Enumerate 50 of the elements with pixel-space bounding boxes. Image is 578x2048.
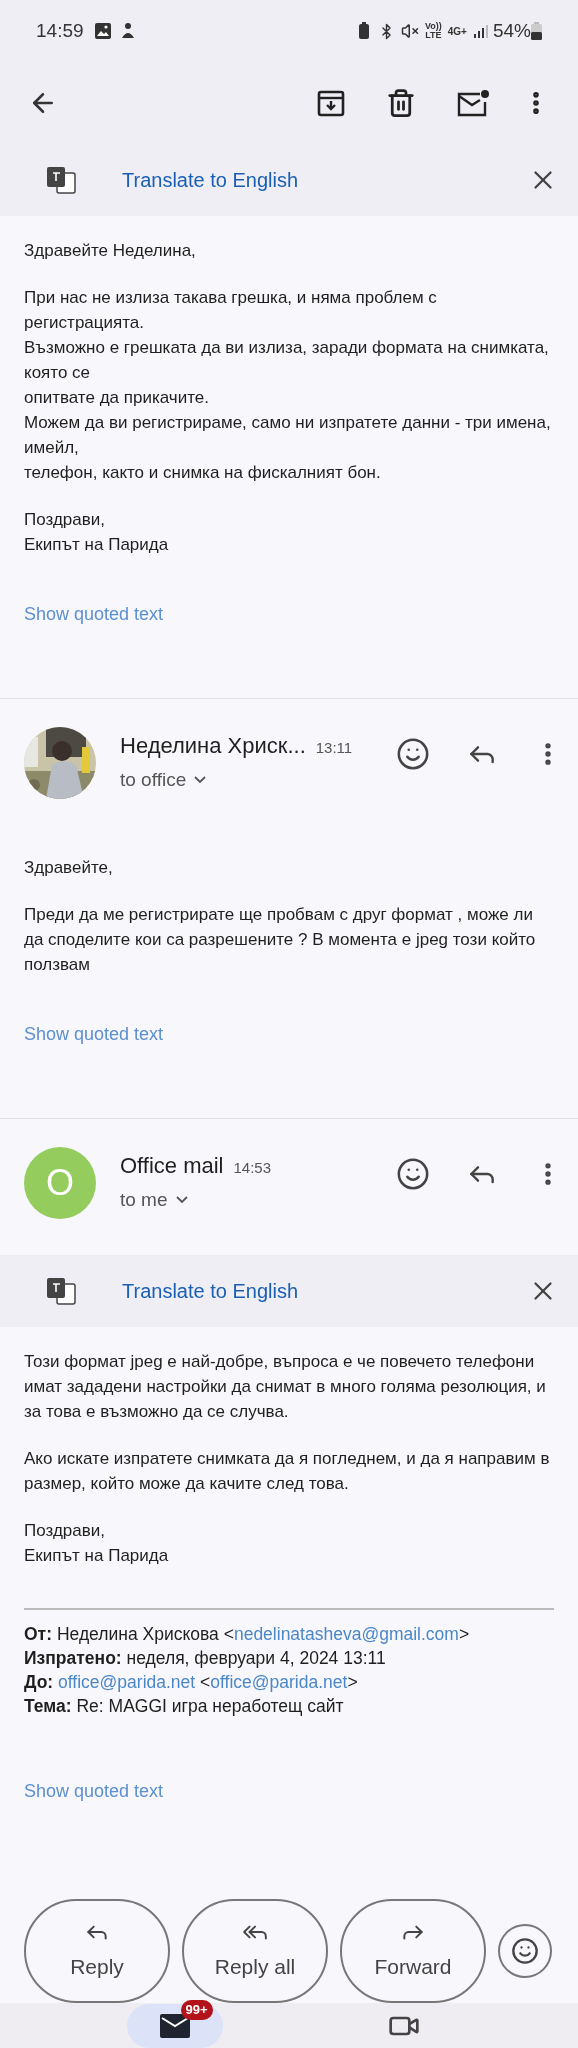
email-link[interactable]: office@parida.net — [210, 1672, 348, 1692]
gallery-icon — [93, 22, 112, 40]
quoted-header-line: Изпратено: неделя, февруари 4, 2024 13:11 — [24, 1647, 387, 1670]
chevron-down-icon — [175, 1196, 188, 1205]
smiley-icon — [511, 1937, 539, 1965]
mark-unread-icon[interactable] — [456, 88, 490, 118]
lte-indicator: LTE — [425, 31, 442, 40]
recipients-toggle[interactable]: to office — [120, 766, 353, 795]
archive-icon[interactable] — [316, 88, 346, 118]
message-text: Здравейте Неделина, — [24, 240, 197, 262]
email-link[interactable]: nedelinatasheva@gmail.com — [233, 1624, 459, 1644]
message-text: Здравейте, — [24, 857, 114, 879]
mute-icon — [400, 22, 419, 40]
email-link[interactable]: office@parida.net — [58, 1672, 196, 1692]
mail-icon — [159, 2013, 190, 2038]
emoji-reaction-icon[interactable] — [396, 1157, 430, 1191]
battery-saver-icon — [357, 22, 370, 40]
show-quoted-text-link[interactable]: Show quoted text — [24, 1024, 164, 1044]
emoji-reaction-button[interactable] — [498, 1924, 552, 1978]
delete-icon[interactable] — [386, 88, 416, 118]
avatar-initial: O — [46, 1161, 74, 1205]
mail-tab[interactable]: 99+ — [126, 2003, 223, 2048]
battery-percent: 54% — [492, 18, 531, 43]
quoted-header-line: Тема: Re: MAGGI игра неработещ сайт — [24, 1695, 345, 1718]
volte-indicator: Vo)) — [424, 22, 442, 31]
quoted-header-line: От: Неделина Хрискова <nedelinatasheva@gmail.com> — [24, 1623, 471, 1646]
network-indicator: 4G+ — [447, 24, 467, 39]
battery-icon — [531, 22, 542, 40]
unread-badge: 99+ — [180, 1999, 213, 2020]
message-text: Този формат jpeg е най-добре, въпроса е че повечето телефони имат зададени настройки да снимат в много голяма резолюция, и за това е възможно да се случва. — [24, 1351, 547, 1423]
message-text: Преди да ме регистрирате ще пробвам с друг формат , може ли да споделите кои са разрешените ? В момента е jpeg този който ползвам — [24, 904, 537, 976]
show-quoted-text-link[interactable]: Show quoted text — [24, 604, 164, 624]
message-text: Ако искате изпратете снимката да я погледнем, и да я направим в размер, който може да качите след това. — [24, 1448, 551, 1495]
show-quoted-text-link[interactable]: Show quoted text — [24, 1781, 164, 1801]
quoted-header-line: До: office@parida.net <office@parida.net> — [24, 1671, 359, 1694]
sender-name: Неделина Хриск... — [120, 732, 306, 760]
signal-icon — [472, 24, 489, 38]
status-time: 14:59 — [36, 18, 84, 43]
recipients-toggle[interactable]: to me — [120, 1186, 272, 1215]
message-time: 14:53 — [233, 1158, 272, 1178]
emoji-reaction-icon[interactable] — [396, 737, 430, 771]
message-time: 13:11 — [315, 738, 353, 758]
message-text: Поздрави, Екипът на Парида — [24, 1520, 170, 1567]
message-text: Поздрави, Екипът на Парида — [24, 509, 170, 556]
translate-link[interactable]: Translate to English — [122, 1276, 298, 1306]
sender-name: Office mail — [120, 1152, 224, 1180]
message-text: При нас не излиза такава грешка, и няма проблем с регистрацията. Възможно е грешката да ви излиза, заради формата на снимката, която се опитвате да прикачите. Можем да ви регистрираме, само ни изпратете данни - три имена, имейл, телефон, както и снимка на фискалният бон. — [24, 287, 552, 484]
translate-link[interactable]: Translate to English — [122, 165, 298, 195]
chevron-down-icon — [194, 776, 207, 785]
figure-icon — [119, 22, 136, 40]
